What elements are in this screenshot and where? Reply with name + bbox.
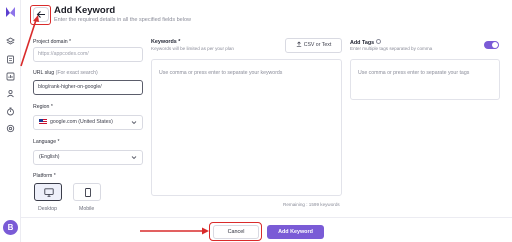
annotation-arrows	[20, 15, 209, 235]
